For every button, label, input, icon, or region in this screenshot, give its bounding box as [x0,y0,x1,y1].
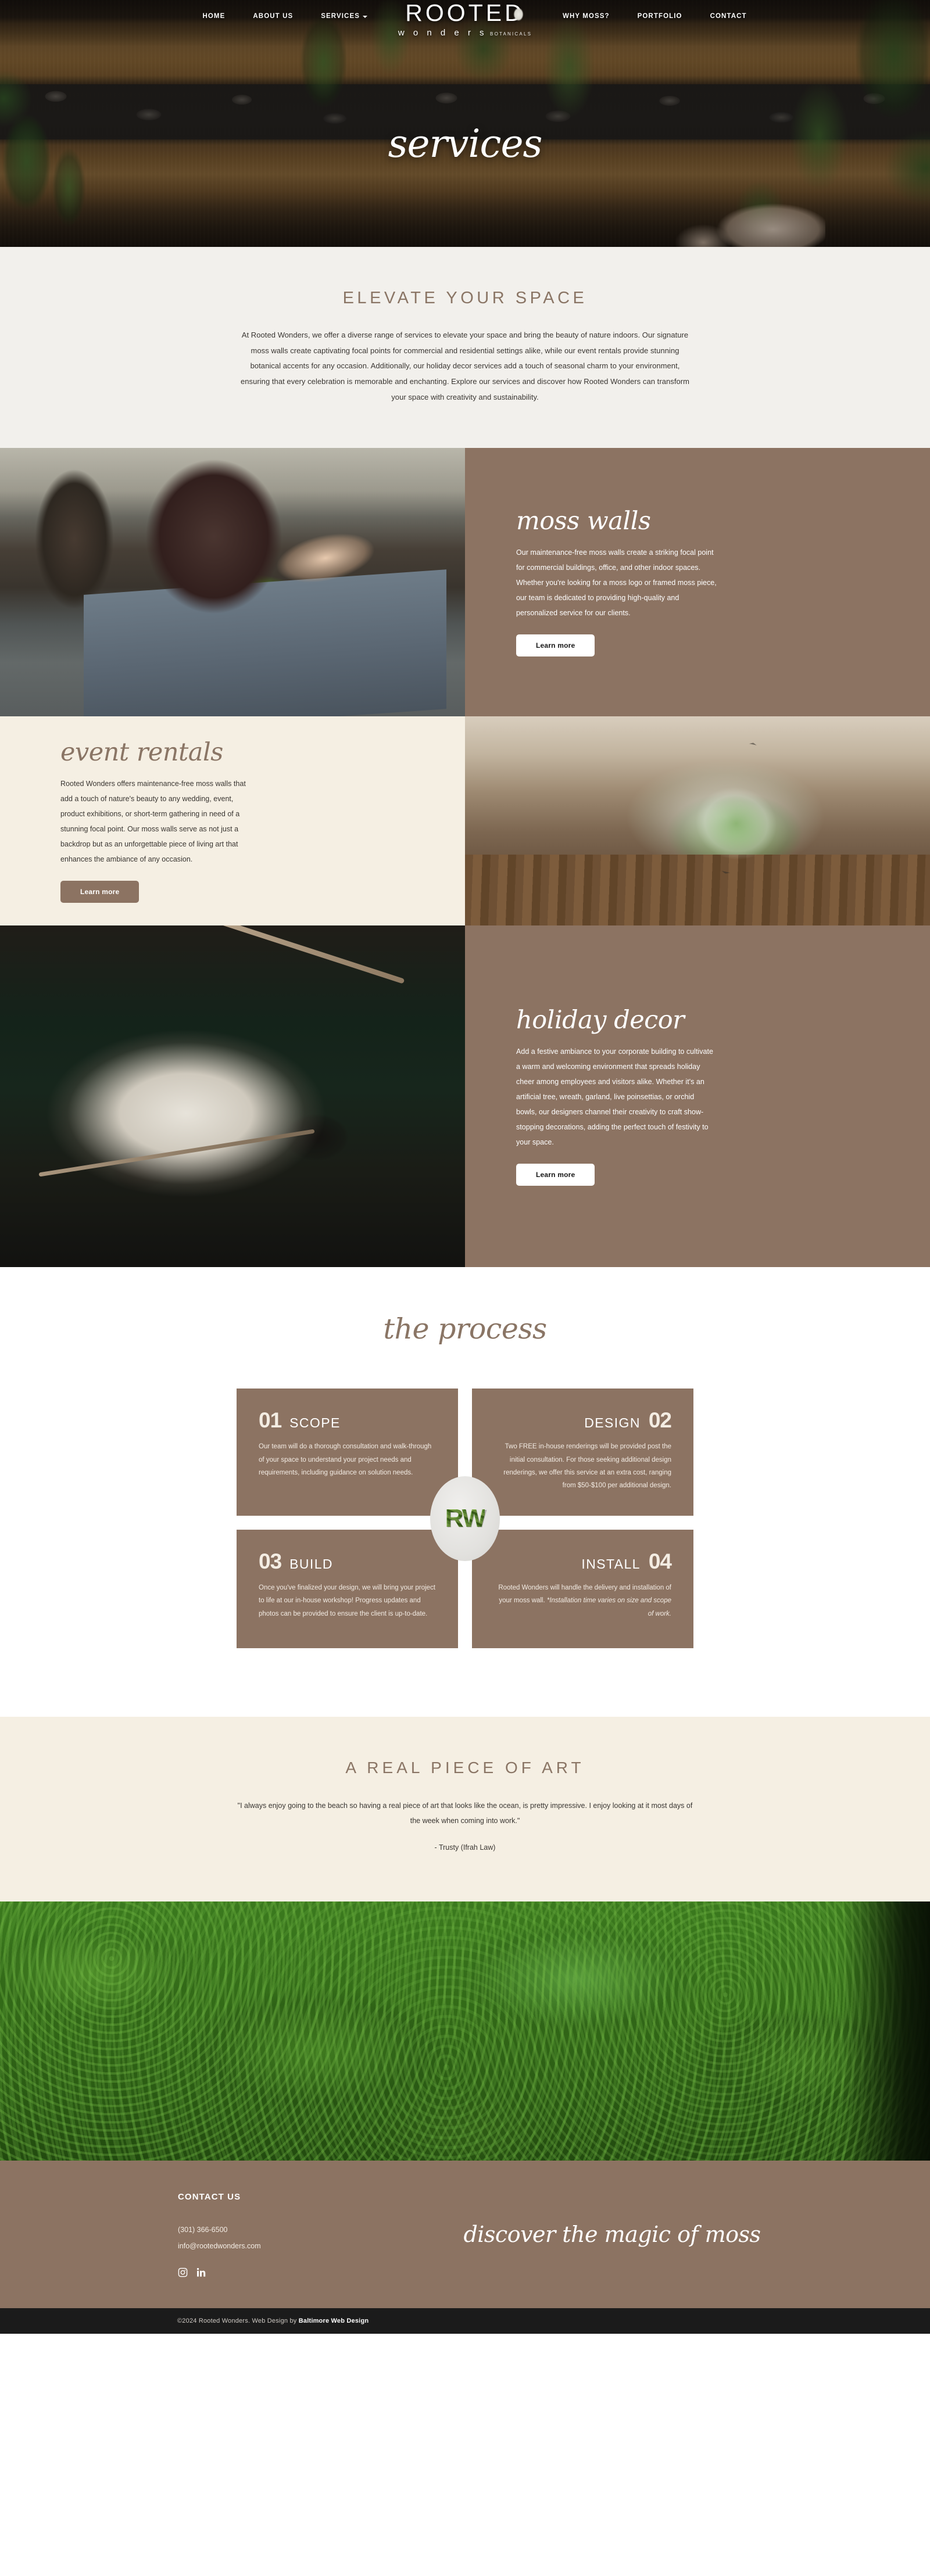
process-card-body: Rooted Wonders will handle the delivery … [494,1581,671,1620]
copyright-link[interactable]: Baltimore Web Design [299,2317,369,2324]
nav-left-group: HOME ABOUT US SERVICES [128,13,378,20]
footer-phone[interactable]: (301) 366-6500 [178,2222,370,2238]
event-rentals-body: Rooted Wonders offers maintenance-free m… [60,779,246,863]
process-card-body: Our team will do a thorough consultation… [259,1443,432,1477]
holiday-decor-body: Add a festive ambiance to your corporate… [516,1047,713,1146]
process-card-body-note: *Installation time varies on size and sc… [546,1597,671,1617]
process-card-header: DESIGN 02 [494,1408,672,1433]
moss-walls-image [0,448,465,717]
process-section: the process 01 SCOPE Our team will do a … [0,1267,930,1717]
copyright-prefix: ©2024 Rooted Wonders. Web Design by [177,2317,299,2325]
nav-right-group: WHY MOSS? PORTFOLIO CONTACT [552,13,802,20]
site-logo[interactable]: ROOTED w o n d e r s BOTANICALS [372,1,558,38]
event-rentals-learn-more-button[interactable]: Learn more [60,880,140,903]
rw-monogram-badge: RW [430,1476,500,1561]
nav-label: WHY MOSS? [563,13,610,20]
process-card-body: Two FREE in-house renderings will be pro… [503,1443,671,1490]
moss-walls-learn-more-button[interactable]: Learn more [516,634,595,656]
process-card-install: INSTALL 04 Rooted Wonders will handle th… [472,1529,693,1648]
services-page: HOME ABOUT US SERVICES WHY MOSS? PORTFOL… [0,0,930,2334]
process-card-title: BUILD [289,1556,333,1572]
testimonial-section: A REAL PIECE OF ART "I always enjoy goin… [0,1716,930,1902]
footer-email[interactable]: info@rootedwonders.com [178,2238,370,2255]
process-card-design: DESIGN 02 Two FREE in-house renderings w… [472,1389,693,1516]
event-rentals-image [465,716,930,926]
process-card-number: 02 [648,1408,672,1433]
instagram-icon[interactable] [178,2268,188,2277]
fern-leaf-icon [510,3,526,23]
footer-contact-heading: CONTACT US [178,2191,241,2202]
service-section-event-rentals: event rentals Rooted Wonders offers main… [0,716,930,926]
moss-walls-body: Our maintenance-free moss walls create a… [516,548,717,617]
process-card-body: Once you've finalized your design, we wi… [259,1584,435,1617]
service-section-holiday-decor: holiday decor Add a festive ambiance to … [0,925,930,1268]
testimonial-heading: A REAL PIECE OF ART [345,1758,585,1777]
page-title: services [388,121,543,166]
hero-section: HOME ABOUT US SERVICES WHY MOSS? PORTFOL… [0,0,930,247]
process-card-scope: 01 SCOPE Our team will do a thorough con… [237,1389,458,1516]
service-section-moss-walls: moss walls Our maintenance-free moss wal… [0,448,930,717]
moss-banner-image [0,1901,930,2161]
nav-label: ABOUT US [253,13,294,20]
event-rentals-panel: event rentals Rooted Wonders offers main… [0,716,465,926]
linkedin-icon[interactable] [196,2268,206,2277]
intro-paragraph: At Rooted Wonders, we offer a diverse ra… [240,331,690,401]
holiday-decor-heading: holiday decor [516,1005,685,1035]
nav-item-why-moss[interactable]: WHY MOSS? [563,13,610,20]
process-card-number: 01 [259,1408,282,1433]
process-card-title: SCOPE [289,1415,341,1431]
process-heading: the process [383,1312,547,1346]
process-card-build: 03 BUILD Once you've finalized your desi… [237,1529,458,1648]
logo-subtext: w o n d e r s BOTANICALS [372,28,558,38]
process-grid-wrapper: 01 SCOPE Our team will do a thorough con… [237,1389,693,1648]
intro-heading: ELEVATE YOUR SPACE [342,289,588,307]
nav-item-contact[interactable]: CONTACT [710,13,747,20]
logo-sub-word: w o n d e r s [398,28,488,38]
chevron-down-icon [363,15,367,18]
event-rentals-heading: event rentals [60,737,223,767]
process-card-number: 04 [648,1549,672,1573]
holiday-decor-learn-more-button[interactable]: Learn more [516,1163,595,1186]
copyright-bar: ©2024 Rooted Wonders. Web Design by Balt… [0,2308,930,2334]
site-footer: CONTACT US (301) 366-6500 info@rootedwon… [0,2161,930,2309]
moss-walls-panel: moss walls Our maintenance-free moss wal… [465,448,930,717]
nav-label: SERVICES [321,13,360,20]
logo-wordmark: ROOTED [372,1,558,25]
nav-item-services[interactable]: SERVICES [321,13,367,20]
footer-tagline: discover the magic of moss [463,2222,761,2248]
nav-label: PORTFOLIO [637,13,682,20]
nav-label: HOME [202,13,226,20]
nav-item-about-us[interactable]: ABOUT US [253,13,293,20]
nav-item-home[interactable]: HOME [202,13,225,20]
moss-walls-heading: moss walls [516,506,651,536]
logo-primary-text: ROOTED [405,0,525,26]
process-card-title: DESIGN [584,1415,641,1431]
holiday-decor-image [0,925,465,1268]
rw-monogram-text: RW [445,1504,486,1533]
footer-social-links [178,2268,370,2277]
nav-label: CONTACT [710,13,747,20]
copyright-text: ©2024 Rooted Wonders. Web Design by Balt… [177,2317,369,2324]
footer-contact-block: CONTACT US (301) 366-6500 info@rootedwon… [178,2192,370,2278]
nav-item-portfolio[interactable]: PORTFOLIO [638,13,682,20]
process-card-header: INSTALL 04 [494,1549,672,1573]
process-card-header: 01 SCOPE [259,1409,436,1431]
logo-sub-botanicals: BOTANICALS [490,31,532,37]
intro-section: ELEVATE YOUR SPACE At Rooted Wonders, we… [0,247,930,449]
holiday-decor-panel: holiday decor Add a festive ambiance to … [465,925,930,1268]
testimonial-quote: "I always enjoy going to the beach so ha… [237,1801,693,1825]
process-card-title: INSTALL [581,1556,641,1572]
process-card-number: 03 [259,1549,282,1573]
process-card-header: 03 BUILD [259,1551,436,1572]
testimonial-attribution: - Trusty (Ifrah Law) [434,1843,496,1852]
